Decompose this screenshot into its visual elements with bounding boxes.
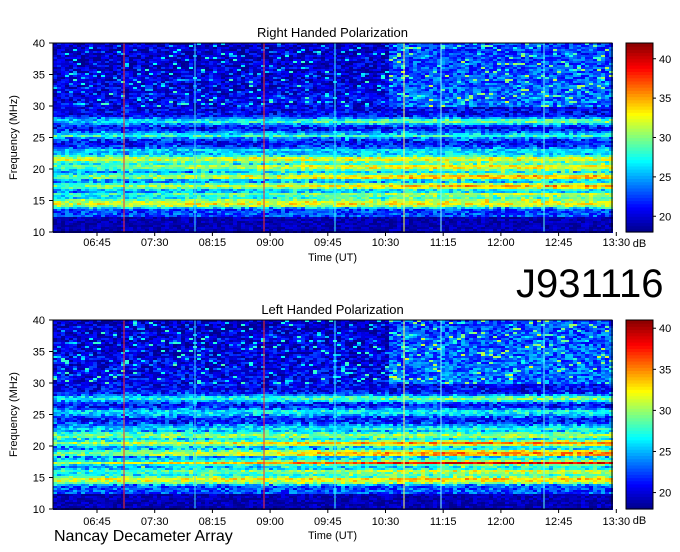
y-tick-label: 35 [33,70,45,82]
x-tick-label: 12:00 [487,237,515,249]
panel-title: Right Handed Polarization [257,25,408,40]
x-tick-label: 06:45 [83,516,111,528]
y-tick-label: 15 [33,473,45,485]
y-tick-label: 35 [33,347,45,359]
x-tick-label: 09:00 [256,516,284,528]
y-tick-label: 10 [33,504,45,516]
x-tick-label: 09:00 [256,237,284,249]
observation-id: J931116 [516,262,664,307]
colorbar-tick-label: 30 [659,133,671,145]
colorbar-tick-label: 40 [659,323,671,335]
x-tick-label: 12:00 [487,516,515,528]
y-tick-label: 25 [33,410,45,422]
colorbar-tick-label: 30 [659,405,671,417]
x-tick-label: 09:45 [314,516,342,528]
x-tick-label: 08:15 [199,516,227,528]
x-tick-label: 07:30 [141,516,169,528]
y-tick-label: 10 [33,227,45,239]
colorbar-tick-label: 40 [659,54,671,66]
x-axis-label: Time (UT) [308,252,357,264]
x-tick-label: 06:45 [83,237,111,249]
y-tick-label: 30 [33,101,45,113]
panel-title: Left Handed Polarization [261,302,403,317]
colorbar: 20 25 30 35 40 dB [626,320,671,527]
x-tick-label: 08:15 [199,237,227,249]
colorbar-label: dB [633,515,646,527]
y-tick-label: 40 [33,38,45,50]
x-tick-label: 13:30 [603,237,631,249]
x-tick-label: 10:30 [372,516,400,528]
heatmap [53,43,613,233]
colorbar-tick-label: 25 [659,172,671,184]
spectrum-panel-rhp: Right Handed Polarization 10 15 20 25 30 35 40 F… [8,25,671,264]
x-axis-label: Time (UT) [308,530,357,542]
y-tick-label: 15 [33,196,45,208]
spectrum-panel-lhp: Left Handed Polarization 10 15 20 25 30 35 40 Fr… [8,302,671,542]
y-tick-label: 25 [33,133,45,145]
x-tick-label: 13:30 [603,516,631,528]
instrument-credit: Nancay Decameter Array [54,528,233,546]
colorbar-tick-label: 20 [659,211,671,223]
y-tick-label: 20 [33,441,45,453]
colorbar-label: dB [633,238,646,250]
x-tick-label: 12:45 [545,516,573,528]
x-tick-label: 09:45 [314,237,342,249]
x-tick-label: 10:30 [372,237,400,249]
x-tick-label: 11:15 [430,237,457,249]
x-tick-label: 07:30 [141,237,169,249]
heatmap [53,320,613,510]
colorbar: 20 25 30 35 40 dB [626,43,671,250]
y-axis-label: Frequency (MHz) [8,95,20,180]
colorbar-tick-label: 25 [659,446,671,458]
y-tick-label: 40 [33,315,45,327]
colorbar-tick-label: 35 [659,93,671,105]
y-tick-label: 20 [33,164,45,176]
y-axis-label: Frequency (MHz) [8,372,20,457]
colorbar-tick-label: 20 [659,488,671,500]
x-tick-label: 12:45 [545,237,573,249]
y-tick-label: 30 [33,378,45,390]
colorbar-tick-label: 35 [659,364,671,376]
x-tick-label: 11:15 [430,516,457,528]
